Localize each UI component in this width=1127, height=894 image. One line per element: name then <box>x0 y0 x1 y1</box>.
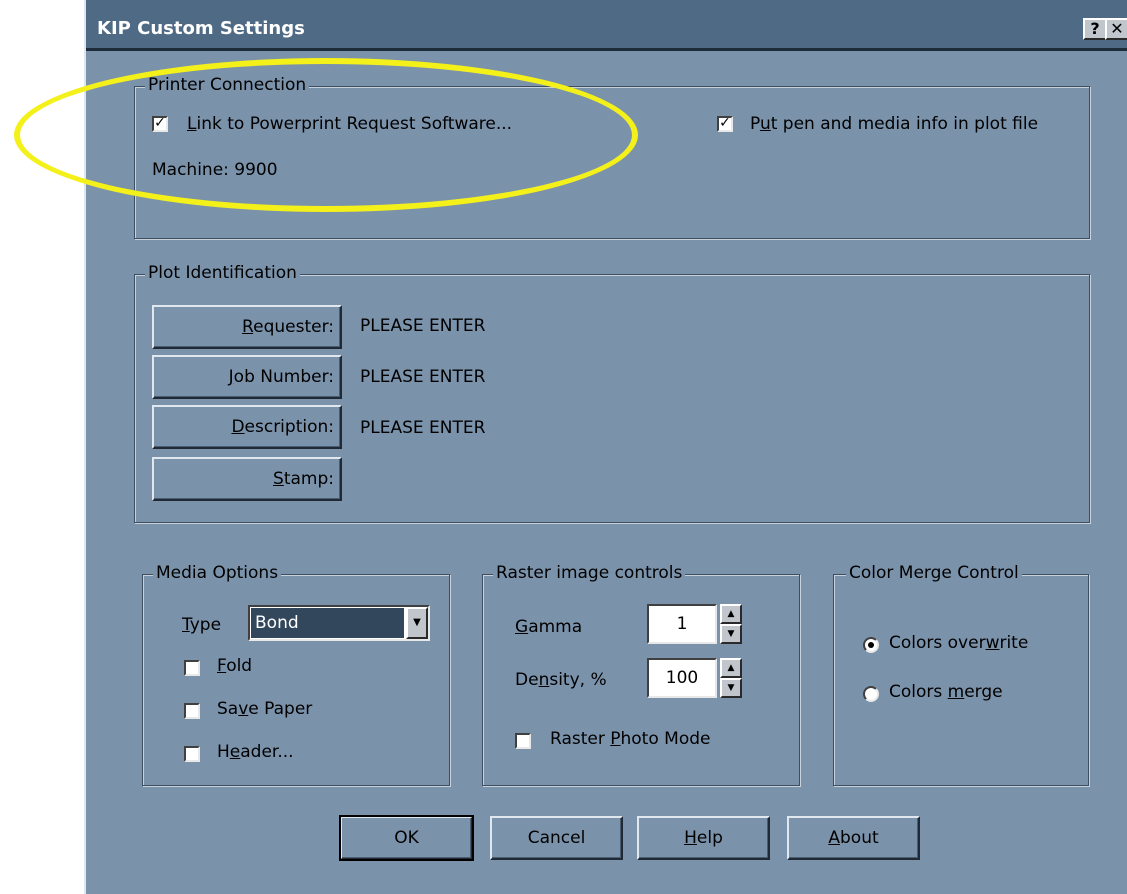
chevron-down-icon[interactable]: ▼ <box>406 607 428 639</box>
job-number-value: PLEASE ENTER <box>360 367 486 387</box>
color-merge-legend: Color Merge Control <box>846 563 1022 583</box>
media-options-legend: Media Options <box>153 563 282 583</box>
colors-overwrite-label[interactable]: Colors overwrite <box>889 633 1028 653</box>
help-button[interactable]: Help <box>637 816 770 860</box>
link-powerprint-checkbox[interactable]: ✓ <box>152 116 168 132</box>
put-pen-media-label[interactable]: Put pen and media info in plot file <box>750 114 1038 134</box>
spin-up-icon[interactable]: ▲ <box>720 658 742 678</box>
gamma-label: Gamma <box>515 617 583 637</box>
density-label: Density, % <box>515 670 607 690</box>
close-icon[interactable]: ✕ <box>1105 18 1127 40</box>
about-button[interactable]: About <box>787 816 920 860</box>
requester-button[interactable]: Requester: <box>152 305 342 349</box>
raster-photo-mode-checkbox[interactable] <box>515 733 531 749</box>
spin-up-icon[interactable]: ▲ <box>720 604 742 624</box>
plot-identification-legend: Plot Identification <box>145 263 300 283</box>
put-pen-media-checkbox[interactable]: ✓ <box>717 116 733 132</box>
header-checkbox[interactable] <box>184 746 200 762</box>
spin-down-icon[interactable]: ▼ <box>720 624 742 644</box>
density-spinner[interactable]: ▲ ▼ <box>720 658 742 698</box>
fold-label[interactable]: Fold <box>217 656 252 676</box>
requester-value: PLEASE ENTER <box>360 316 486 336</box>
radio-selected-icon <box>868 642 874 648</box>
raster-photo-mode-label[interactable]: Raster Photo Mode <box>550 729 710 749</box>
colors-overwrite-radio[interactable] <box>863 637 879 653</box>
stamp-button[interactable]: Stamp: <box>152 457 342 501</box>
raster-controls-legend: Raster image controls <box>493 563 686 583</box>
header-label[interactable]: Header... <box>217 742 294 762</box>
description-value: PLEASE ENTER <box>360 418 486 438</box>
colors-merge-radio[interactable] <box>863 686 879 702</box>
help-icon[interactable]: ? <box>1083 18 1107 40</box>
cancel-button[interactable]: Cancel <box>490 816 623 860</box>
printer-connection-legend: Printer Connection <box>145 75 310 95</box>
fold-checkbox[interactable] <box>184 660 200 676</box>
kip-custom-settings-dialog: KIP Custom Settings ? ✕ Printer Connecti… <box>84 0 1127 894</box>
window-title: KIP Custom Settings <box>97 18 305 39</box>
link-powerprint-label[interactable]: Link to Powerprint Request Software... <box>187 114 512 134</box>
job-number-button[interactable]: Job Number: <box>152 355 342 399</box>
spin-down-icon[interactable]: ▼ <box>720 678 742 698</box>
colors-merge-label[interactable]: Colors merge <box>889 682 1003 702</box>
ok-button[interactable]: OK <box>339 815 474 861</box>
media-type-value: Bond <box>251 608 404 638</box>
description-button[interactable]: Description: <box>152 405 342 449</box>
save-paper-checkbox[interactable] <box>184 703 200 719</box>
gamma-spinner[interactable]: ▲ ▼ <box>720 604 742 644</box>
machine-label: Machine: 9900 <box>152 160 278 180</box>
media-type-select[interactable]: Bond ▼ <box>248 605 430 641</box>
gamma-input[interactable]: 1 <box>647 604 717 644</box>
save-paper-label[interactable]: Save Paper <box>217 699 312 719</box>
title-bar[interactable]: KIP Custom Settings ? ✕ <box>86 0 1127 51</box>
type-label: Type <box>182 615 222 635</box>
density-input[interactable]: 100 <box>647 658 717 698</box>
color-merge-group: Color Merge Control <box>833 563 1089 786</box>
